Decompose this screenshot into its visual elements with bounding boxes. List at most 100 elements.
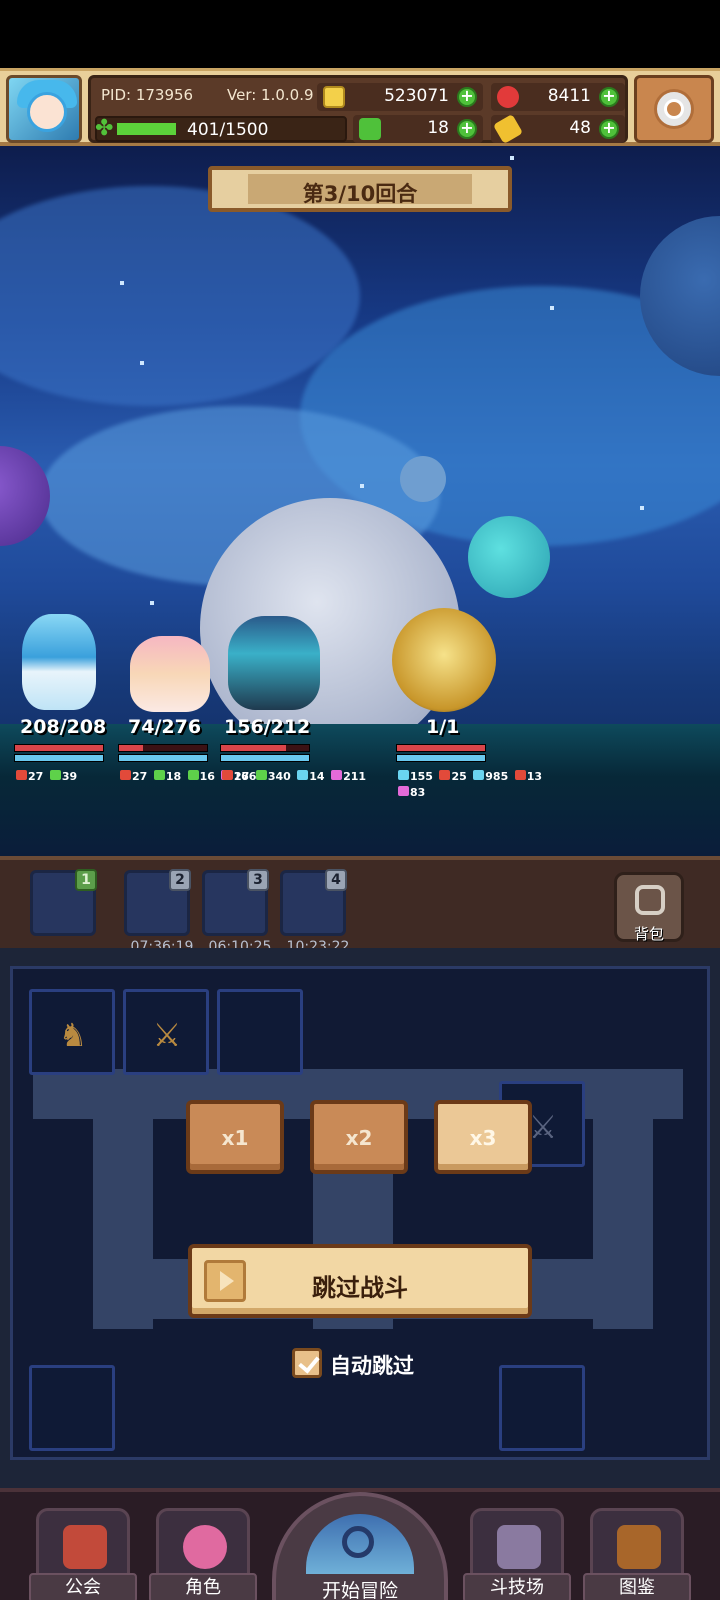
codex-book-icon [617, 1525, 661, 1569]
skip-battle-button[interactable]: 跳过战斗 [188, 1244, 532, 1318]
speed-x3-label: x3 [469, 1126, 497, 1150]
poison-icon [331, 770, 343, 780]
dungeon-path [593, 1069, 653, 1329]
backpack-label: 背包 [633, 925, 664, 943]
nav-codex-label: 图鉴 [583, 1573, 691, 1600]
stat-value: 155 [410, 770, 433, 783]
team-slot-4[interactable]: 4 10:23:22 [280, 869, 349, 955]
slot-badge: 3 [247, 869, 269, 891]
star [360, 484, 364, 488]
enemy-moon-goddess-sprite[interactable] [392, 608, 496, 712]
stat-value: 16 [199, 770, 215, 783]
speed-x1-button[interactable]: x1 [186, 1100, 284, 1174]
star [550, 306, 554, 310]
stamina-value: 401/1500 [187, 120, 269, 140]
team-slot-3[interactable]: 3 06:10:25 [202, 869, 271, 955]
team-slot-2[interactable]: 2 07:36:19 [124, 869, 193, 955]
room-tile-empty[interactable] [217, 989, 303, 1075]
add-gem-button[interactable]: + [599, 87, 619, 107]
team-slot-1[interactable]: 1 [30, 869, 97, 936]
key-value: 48 [569, 118, 591, 138]
enemy-hp-bars [396, 744, 486, 762]
round-banner: 第3/10回合 [208, 166, 512, 212]
add-gold-button[interactable]: + [457, 87, 477, 107]
add-clover-button[interactable]: + [457, 119, 477, 139]
nav-arena[interactable]: 斗技场 [463, 1508, 571, 1600]
gem-value: 8411 [547, 86, 591, 106]
nav-arena-label: 斗技场 [463, 1573, 571, 1600]
stat-value: 27 [28, 770, 44, 783]
clover-counter: 18 + [353, 115, 483, 143]
stat-value: 25 [451, 770, 467, 783]
gear-icon [657, 92, 691, 126]
ally-ice-queen-sprite[interactable] [22, 614, 96, 710]
shield-icon [398, 770, 409, 780]
heart-icon [514, 770, 526, 780]
nav-adventure-label: 开始冒险 [321, 1580, 398, 1600]
clover-icon: ✤ [95, 116, 114, 141]
room-tile-empty[interactable] [499, 1365, 585, 1451]
unit-stats: 27 340 14 211 [222, 770, 369, 783]
nav-start-adventure[interactable]: 开始冒险 [272, 1492, 448, 1600]
nav-guild[interactable]: 公会 [29, 1508, 137, 1600]
red-gem-icon [497, 86, 519, 108]
shield-bar-fill [397, 755, 485, 761]
gold-value: 523071 [384, 86, 449, 106]
speed-x2-label: x2 [345, 1126, 373, 1150]
stat-value: 18 [165, 770, 182, 783]
enemy-stats-row2: 83 [398, 786, 428, 799]
ally-bear-girl-sprite[interactable] [130, 636, 210, 712]
stat-value: 27 [132, 770, 148, 783]
room-tile-boss[interactable]: ♞ [29, 989, 115, 1075]
stat-value: 39 [61, 770, 78, 783]
attack-icon [16, 770, 27, 780]
unit-hp-text: 156/212 [224, 716, 311, 738]
nav-codex[interactable]: 图鉴 [583, 1508, 691, 1600]
slot-badge: 4 [325, 869, 347, 891]
unit-stats: 27 39 [16, 770, 80, 783]
star [140, 361, 144, 365]
hp-bar-fill [15, 745, 103, 751]
room-tile-empty[interactable] [29, 1365, 115, 1451]
star [640, 506, 644, 510]
shield-bar-fill [119, 755, 207, 761]
skip-battle-label: 跳过战斗 [312, 1274, 408, 1302]
player-id: PID: 173956 [101, 86, 194, 104]
add-key-button[interactable]: + [599, 119, 619, 139]
frost-icon [473, 770, 485, 780]
shield-bar-fill [221, 755, 309, 761]
player-avatar[interactable] [6, 75, 82, 143]
backpack-button[interactable]: 背包 [614, 872, 684, 943]
fire-icon [439, 770, 451, 780]
purple-planet [0, 446, 50, 546]
round-counter: 第3/10回合 [302, 182, 418, 206]
speed-x1-label: x1 [221, 1126, 249, 1150]
settings-button[interactable] [634, 75, 714, 143]
hp-bar-fill [397, 745, 485, 751]
stamina-bar-fill [117, 123, 176, 135]
team-strip: 1 2 07:36:19 3 06:10:25 4 10:23:22 背包 [0, 856, 720, 955]
nav-character[interactable]: 角色 [149, 1508, 257, 1600]
speed-x3-button[interactable]: x3 [434, 1100, 532, 1174]
ally-dragon-girl-sprite[interactable] [228, 616, 320, 710]
enemy-stats: 155 25 985 13 [398, 770, 545, 783]
backpack-icon [635, 885, 665, 915]
unit-hp-bars [220, 744, 310, 762]
attack-icon [120, 770, 131, 780]
frost-icon [297, 770, 309, 780]
gold-counter: 523071 + [317, 83, 483, 111]
star [510, 156, 514, 160]
sword-icon [255, 770, 267, 780]
star [120, 281, 124, 285]
auto-skip-checkbox[interactable] [292, 1348, 322, 1378]
slot-badge: 2 [169, 869, 191, 891]
speed-x2-button[interactable]: x2 [310, 1100, 408, 1174]
horned-helmet-icon: ♞ [58, 1016, 88, 1054]
guild-hall-icon [63, 1525, 107, 1569]
magnifier-icon [342, 1526, 374, 1558]
resource-header: PID: 173956 Ver: 1.0.0.9 523071 + 8411 +… [0, 68, 720, 146]
room-tile-battle[interactable]: ⚔ [123, 989, 209, 1075]
stat-value: 14 [309, 770, 325, 783]
player-info-panel: PID: 173956 Ver: 1.0.0.9 523071 + 8411 +… [88, 75, 628, 145]
unit-hp-bars [14, 744, 104, 762]
